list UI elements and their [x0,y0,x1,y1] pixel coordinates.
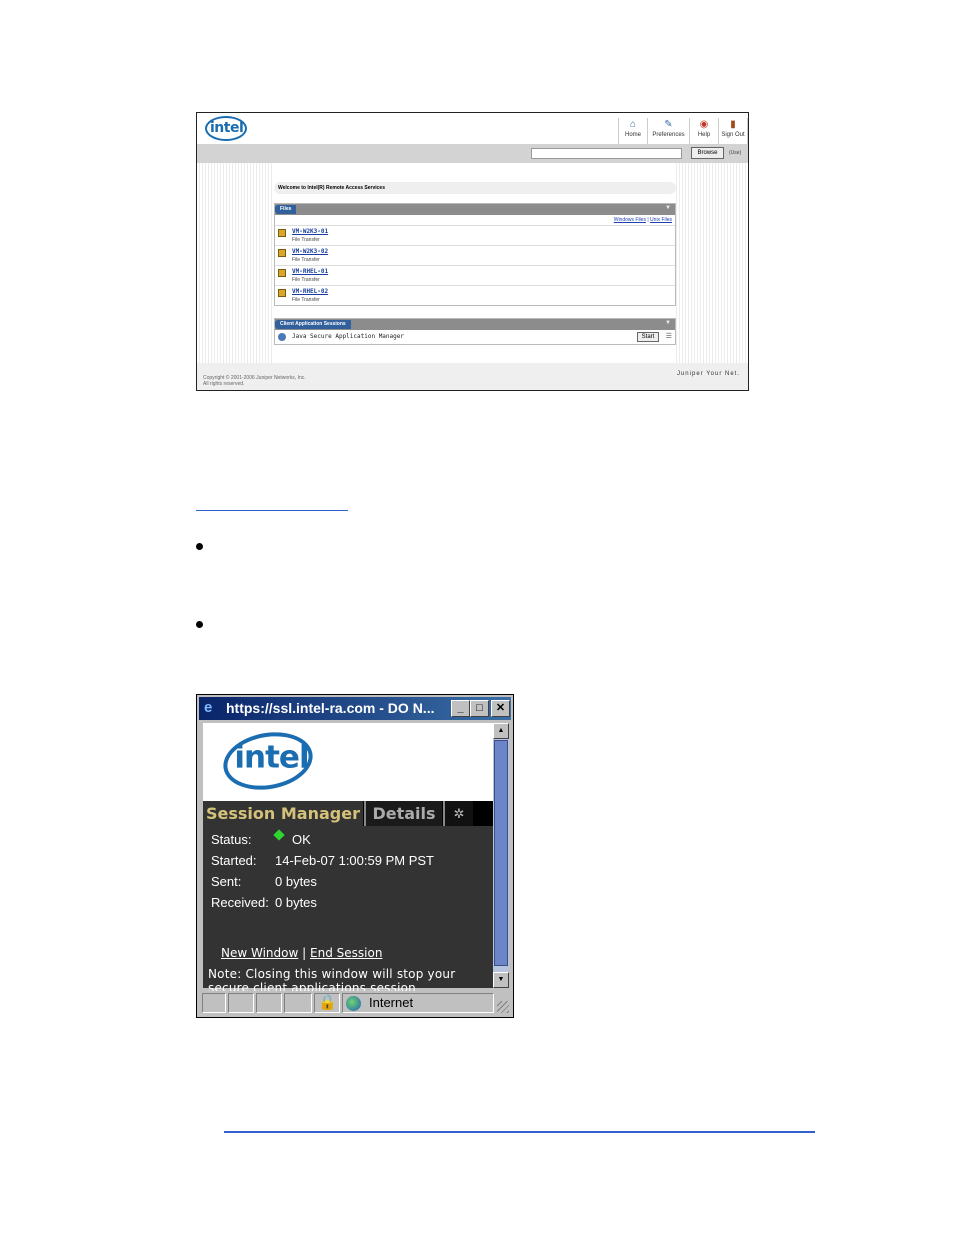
session-manager-window: e https://ssl.intel-ra.com - DO N... _ □… [196,694,514,1018]
intel-logo: intel [218,725,318,797]
status-pane [256,993,282,1013]
status-label: Status: [211,832,252,847]
portal-content: Welcome to Intel(R) Remote Access Servic… [272,163,676,363]
status-value: OK [292,832,311,847]
file-name-link[interactable]: VM-RHEL-01 [292,268,328,275]
unix-files-link[interactable]: Unix Files [650,217,672,223]
apps-panel: Client Application Sessions ▼ Java Secur… [274,318,676,345]
apps-panel-title: Client Application Sessions [275,320,351,329]
bullet-point [196,621,203,628]
tab-session-manager[interactable]: Session Manager [203,801,363,826]
file-name-link[interactable]: VM-W2K3-02 [292,248,328,255]
status-pane [284,993,312,1013]
portal-toolbar: Browse (Use) [197,144,748,163]
portal-screenshot: intel ⌂ Home ✎ Preferences ◉ Help ▮ Sign… [196,112,749,391]
tab-bar: Session Manager Details ✲ [203,801,493,826]
footer-rule [224,1131,815,1133]
list-menu-icon[interactable]: ☰ [666,332,672,340]
portal-footer: Copyright © 2001-2006 Juniper Networks, … [197,363,748,390]
tab-details[interactable]: Details [364,801,442,826]
folder-icon [278,229,286,237]
preferences-button[interactable]: ✎ Preferences [648,118,690,144]
padlock-icon: 🔒 [318,994,337,1011]
status-pane [202,993,226,1013]
received-label: Received: [211,895,269,910]
files-panel-title: Files [275,205,297,214]
sign-out-button[interactable]: ▮ Sign Out [719,118,748,144]
collapse-arrow-icon[interactable]: ▼ [665,205,671,211]
status-pane [228,993,254,1013]
lifebuoy-icon: ◉ [699,119,709,130]
home-button[interactable]: ⌂ Home [619,118,648,144]
app-icon [278,333,286,341]
resize-grip-icon[interactable] [497,1001,509,1013]
file-type: File Transfer [292,257,320,263]
minimize-button[interactable]: _ [451,700,470,717]
home-icon: ⌂ [629,119,637,130]
close-button[interactable]: ✕ [491,700,510,717]
folder-icon [278,289,286,297]
portal-header: intel ⌂ Home ✎ Preferences ◉ Help ▮ Sign… [197,113,748,144]
sent-label: Sent: [211,874,242,889]
juniper-logo: Juniper Your Net. [676,371,740,377]
file-type: File Transfer [292,277,320,283]
hyperlink-underline[interactable] [196,510,348,511]
session-links: New Window | End Session [221,946,383,960]
app-name: Java Secure Application Manager [292,333,404,340]
zone-label: Internet [369,995,414,1010]
intel-logo: intel [205,116,247,141]
file-name-link[interactable]: VM-W2K3-01 [292,228,328,235]
globe-icon [346,996,361,1011]
file-type: File Transfer [292,297,320,303]
window-content: intel Session Manager Details ✲ Status: … [203,723,493,995]
sent-value: 0 bytes [275,874,317,889]
received-value: 0 bytes [275,895,317,910]
files-panel-header: Files ▼ [275,204,675,215]
file-name-link[interactable]: VM-RHEL-02 [292,288,328,295]
end-session-link[interactable]: End Session [310,946,382,960]
session-info: Status: OK Started: 14-Feb-07 1:00:59 PM… [203,826,493,995]
file-row[interactable]: VM-RHEL-01 File Transfer [275,265,675,285]
vertical-scrollbar[interactable]: ▲ ▼ [493,723,509,988]
app-row: Java Secure Application Manager Start ☰ [275,330,675,344]
file-row[interactable]: VM-RHEL-02 File Transfer [275,285,675,305]
browse-input[interactable] [531,148,682,159]
scroll-up-button[interactable]: ▲ [493,723,509,739]
window-titlebar[interactable]: e https://ssl.intel-ra.com - DO N... _ □… [199,697,511,720]
internet-explorer-icon: e [204,699,213,716]
browse-button[interactable]: Browse [691,147,724,159]
maximize-button[interactable]: □ [470,700,489,717]
door-icon: ▮ [730,119,736,130]
file-type: File Transfer [292,237,320,243]
collapse-arrow-icon[interactable]: ▼ [665,320,671,326]
scroll-down-button[interactable]: ▼ [493,972,509,988]
file-row[interactable]: VM-W2K3-02 File Transfer [275,245,675,265]
use-link[interactable]: (Use) [729,150,741,156]
portal-nav: ⌂ Home ✎ Preferences ◉ Help ▮ Sign Out [618,118,748,144]
copyright: Copyright © 2001-2006 Juniper Networks, … [203,375,306,387]
new-window-link[interactable]: New Window [221,946,298,960]
file-type-links: Windows Files | Unix Files [613,217,672,223]
status-ok-icon [273,829,285,841]
start-button[interactable]: Start [637,332,659,342]
windows-files-link[interactable]: Windows Files [614,217,646,223]
files-panel: Files ▼ Windows Files | Unix Files VM-W2… [274,203,676,306]
wrench-icon: ✎ [664,119,673,130]
help-button[interactable]: ◉ Help [690,118,719,144]
folder-icon [278,249,286,257]
scroll-thumb[interactable] [494,740,508,966]
apps-panel-header: Client Application Sessions ▼ [275,319,675,330]
logo-area: intel [203,723,493,801]
bullet-point [196,543,203,550]
settings-gear-icon[interactable]: ✲ [443,801,473,826]
window-title: https://ssl.intel-ra.com - DO N... [226,700,435,716]
zone-pane [342,993,494,1013]
welcome-banner: Welcome to Intel(R) Remote Access Servic… [274,182,676,194]
file-row[interactable]: VM-W2K3-01 File Transfer [275,225,675,245]
folder-icon [278,269,286,277]
started-value: 14-Feb-07 1:00:59 PM PST [275,853,434,868]
status-bar: 🔒 Internet [199,991,511,1015]
started-label: Started: [211,853,257,868]
